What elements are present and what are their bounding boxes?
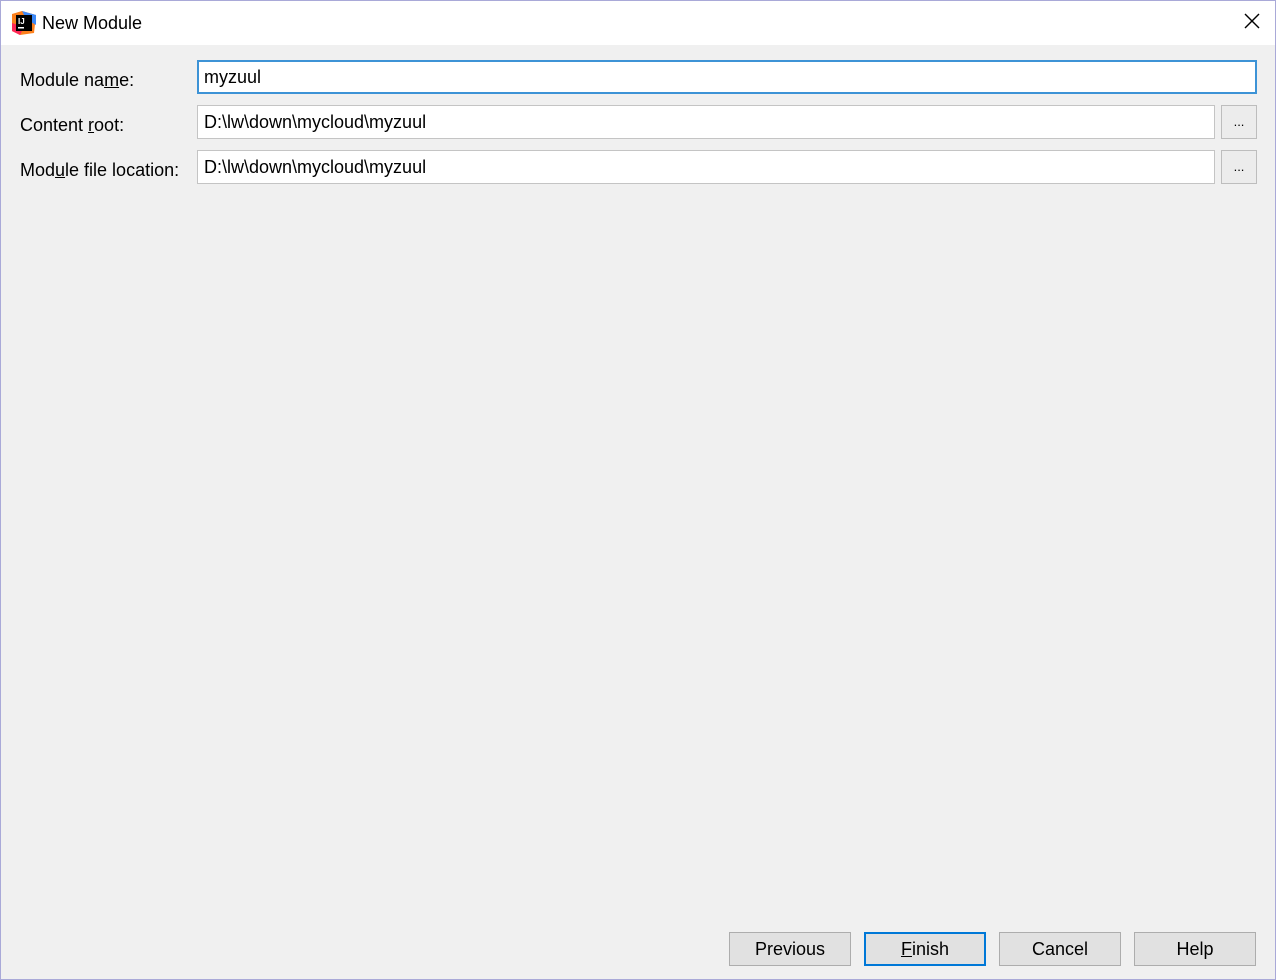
content-root-input[interactable]: [197, 105, 1215, 139]
module-name-input[interactable]: [197, 60, 1257, 94]
previous-button[interactable]: Previous: [729, 932, 851, 966]
content-root-browse-button[interactable]: ...: [1221, 105, 1257, 139]
title-bar[interactable]: IJ New Module: [1, 1, 1275, 45]
cancel-button[interactable]: Cancel: [999, 932, 1121, 966]
module-file-location-input[interactable]: [197, 150, 1215, 184]
window-title: New Module: [42, 13, 143, 33]
module-file-location-browse-button[interactable]: ...: [1221, 150, 1257, 184]
help-button[interactable]: Help: [1134, 932, 1256, 966]
content-root-label: Content root:: [20, 115, 125, 135]
intellij-idea-icon: IJ: [12, 11, 36, 35]
new-module-dialog: IJ New Module Module name: Content root:…: [0, 0, 1276, 980]
close-button[interactable]: [1229, 1, 1275, 45]
module-file-location-label: Module file location:: [20, 160, 180, 180]
finish-button[interactable]: Finish: [864, 932, 986, 966]
close-icon: [1244, 13, 1260, 34]
svg-text:IJ: IJ: [18, 17, 25, 26]
module-name-label: Module name:: [20, 70, 135, 90]
